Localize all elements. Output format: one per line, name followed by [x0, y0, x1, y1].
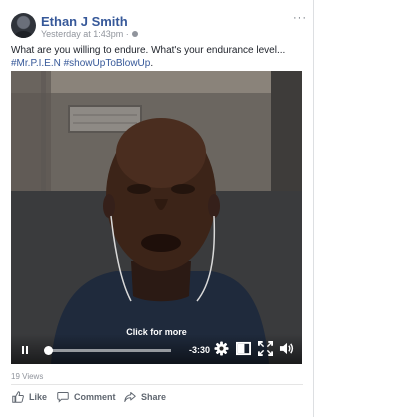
author-name[interactable]: Ethan J Smith — [41, 14, 128, 29]
video-frame — [11, 71, 302, 364]
video-player[interactable]: Click for more -3:30 — [11, 71, 302, 364]
fullscreen-icon[interactable] — [258, 341, 273, 356]
remaining-time: -3:30 — [189, 345, 211, 355]
video-progress-knob[interactable] — [43, 346, 53, 355]
comment-label: Comment — [74, 392, 116, 402]
globe-icon — [131, 31, 138, 37]
view-count[interactable]: 19 Views — [11, 372, 43, 381]
share-arrow-icon — [124, 392, 136, 402]
post-card: Ethan J Smith Yesterday at 1:43pm · ··· … — [0, 0, 314, 417]
thumbs-up-icon — [12, 391, 24, 403]
comment-icon — [57, 392, 69, 403]
post-text: What are you willing to endure. What's y… — [11, 44, 303, 70]
post-text-body: What are you willing to endure. What's y… — [11, 45, 286, 56]
share-label: Share — [141, 392, 167, 402]
like-label: Like — [29, 392, 48, 402]
hashtag-show-up-to-blow-up[interactable]: #showUpToBlowUp — [64, 58, 151, 69]
more-options-icon[interactable]: ··· — [293, 12, 307, 24]
gear-icon[interactable] — [214, 341, 229, 356]
hashtag-mr-pien[interactable]: #Mr.P.I.E.N — [11, 58, 61, 69]
author-avatar[interactable] — [11, 13, 36, 38]
volume-icon[interactable] — [279, 341, 295, 356]
comment-button[interactable]: Comment — [57, 391, 116, 403]
video-controls: -3:30 — [11, 334, 302, 364]
like-button[interactable]: Like — [12, 391, 47, 403]
post-timestamp[interactable]: Yesterday at 1:43pm · — [41, 29, 129, 39]
post-text-end: . — [150, 58, 154, 69]
video-progress-bar[interactable] — [43, 346, 171, 355]
picture-in-picture-icon[interactable] — [236, 341, 251, 356]
divider — [11, 384, 303, 385]
share-button[interactable]: Share — [124, 391, 166, 403]
post-meta: Yesterday at 1:43pm · — [41, 29, 138, 39]
pause-icon[interactable] — [21, 346, 29, 354]
